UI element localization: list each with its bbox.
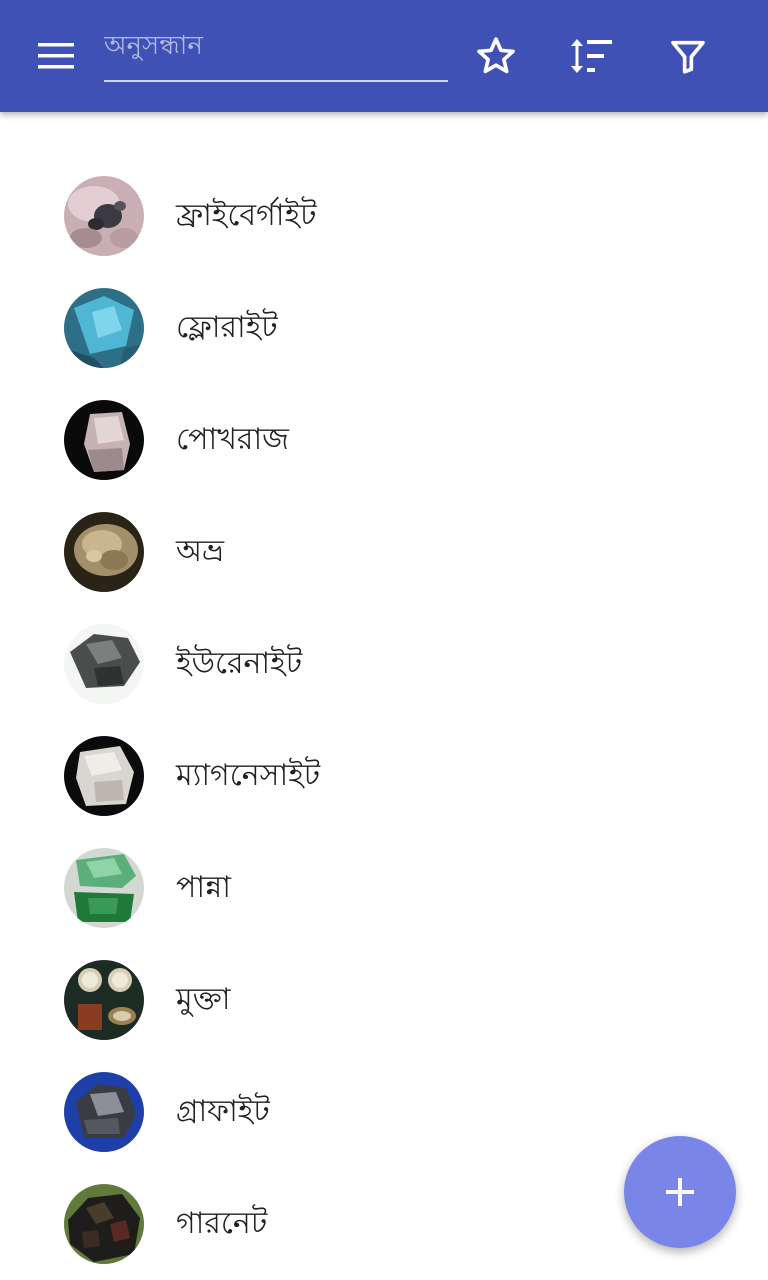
graphite-photo (64, 1072, 144, 1152)
freibergite-photo (64, 176, 144, 256)
list-item-label: ফ্রাইবের্গাইট (176, 198, 317, 233)
list-item-label: গারনেট (176, 1206, 268, 1241)
list-item-label: মুক্তা (176, 982, 231, 1017)
list-item-label: ইউরেনাইট (176, 646, 303, 681)
list-item-label: গ্রাফাইট (176, 1094, 270, 1129)
list-item[interactable]: ইউরেনাইট (0, 608, 768, 720)
list-item[interactable]: ম্যাগনেসাইট (0, 720, 768, 832)
favorites-button[interactable] (468, 28, 524, 84)
add-button[interactable] (624, 1136, 736, 1248)
magnesite-photo (64, 736, 144, 816)
mica-photo (64, 512, 144, 592)
list-item-label: পোখরাজ (176, 422, 289, 457)
star-outline-icon (477, 37, 515, 74)
emerald-photo (64, 848, 144, 928)
list-item-label: ম্যাগনেসাইট (176, 758, 321, 793)
list-item[interactable]: পান্না (0, 832, 768, 944)
list-item[interactable]: ফ্লোরাইট (0, 272, 768, 384)
fluorite-photo (64, 288, 144, 368)
filter-icon (671, 40, 705, 74)
plus-icon (666, 1178, 694, 1206)
mineral-list: ফ্রাইবের্গাইট ফ্লোরাইট পোখরাজ অভ্র ইউরেন… (0, 160, 768, 1280)
app-bar (0, 0, 768, 112)
uraninite-photo (64, 624, 144, 704)
search-input[interactable] (104, 26, 448, 66)
pearl-photo (64, 960, 144, 1040)
menu-icon (38, 43, 74, 69)
topaz-photo (64, 400, 144, 480)
list-item[interactable]: ফ্রাইবের্গাইট (0, 160, 768, 272)
sort-button[interactable] (564, 28, 620, 84)
list-item-label: অভ্র (176, 534, 225, 569)
filter-button[interactable] (660, 28, 716, 84)
list-item-label: ফ্লোরাইট (176, 310, 278, 345)
search-field (104, 20, 448, 82)
sort-icon (571, 39, 612, 73)
list-item[interactable]: পোখরাজ (0, 384, 768, 496)
list-item[interactable]: অভ্র (0, 496, 768, 608)
list-item-label: পান্না (176, 870, 231, 905)
garnet-photo (64, 1184, 144, 1264)
menu-button[interactable] (24, 28, 88, 84)
list-item[interactable]: মুক্তা (0, 944, 768, 1056)
